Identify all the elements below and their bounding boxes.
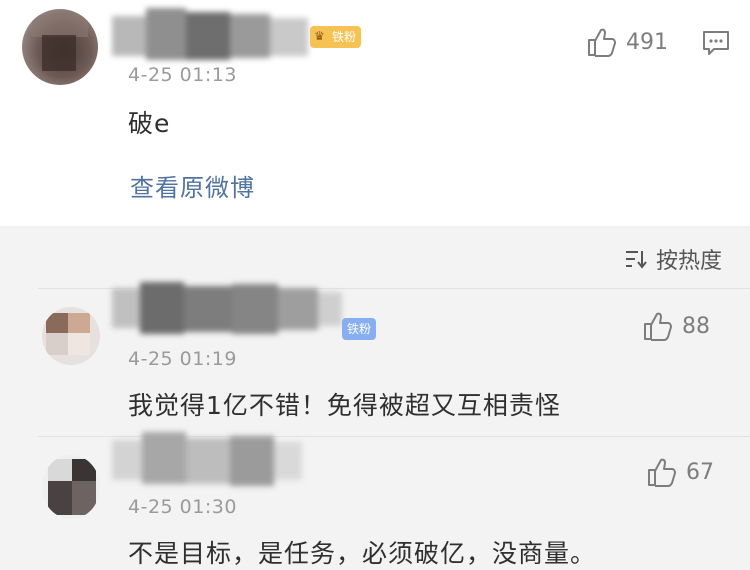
like-count: 88 — [682, 313, 710, 339]
comment-text: 破e — [128, 109, 171, 138]
username-blurred[interactable] — [112, 8, 308, 60]
fan-badge: 铁粉 — [342, 318, 377, 340]
thumb-up-icon — [648, 458, 676, 487]
like-count: 491 — [626, 29, 668, 55]
crown-icon: ♛ — [314, 29, 325, 43]
reply-text: 不是目标，是任务，必须破亿，没商量。 — [128, 539, 597, 568]
sort-icon — [625, 251, 647, 269]
comment-time: 4-25 01:13 — [128, 64, 237, 86]
view-original-link[interactable]: 查看原微博 — [130, 168, 255, 203]
avatar[interactable] — [22, 9, 98, 85]
thumb-up-icon — [588, 28, 616, 57]
like-count: 67 — [686, 459, 714, 485]
avatar[interactable] — [42, 455, 100, 519]
thumb-up-icon — [644, 312, 672, 341]
main-comment: ♛ 铁粉 4-25 01:13 破e 查看原微博 491 — [0, 0, 750, 226]
reply-text: 我觉得1亿不错！免得被超又互相责怪 — [128, 391, 561, 420]
like-button[interactable]: 67 — [646, 456, 714, 488]
avatar[interactable] — [42, 307, 100, 365]
comment-icon[interactable] — [702, 30, 730, 56]
reply-time: 4-25 01:19 — [128, 348, 237, 370]
username-blurred[interactable] — [112, 278, 342, 340]
fan-badge: ♛ 铁粉 — [310, 26, 362, 48]
reply-time: 4-25 01:30 — [128, 496, 237, 518]
sort-button[interactable]: 按热度 — [624, 243, 722, 275]
like-button[interactable]: 88 — [642, 310, 710, 342]
like-button[interactable]: 491 — [586, 26, 668, 58]
sort-label: 按热度 — [655, 249, 722, 274]
username-blurred[interactable] — [112, 428, 302, 492]
